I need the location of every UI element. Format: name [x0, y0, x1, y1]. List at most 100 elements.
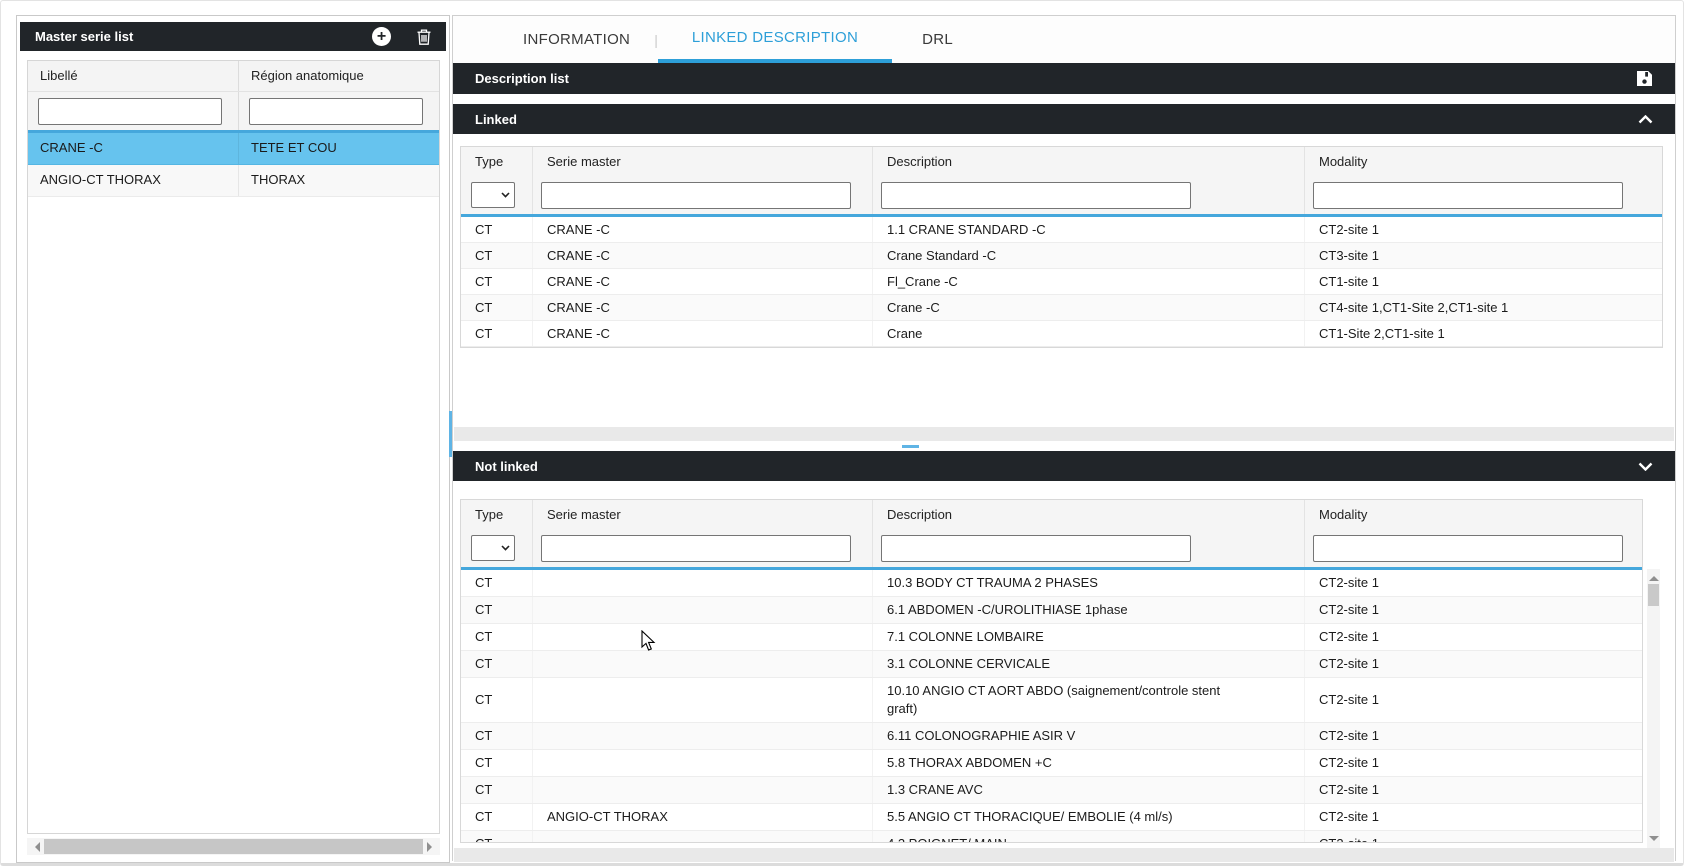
spacer — [453, 94, 1675, 104]
cell: 4.2 POIGNET/ MAIN — [873, 831, 1305, 842]
cell: Fl_Crane -C — [873, 269, 1305, 294]
cell: CT — [461, 295, 533, 320]
cell: ANGIO-CT THORAX — [28, 165, 239, 196]
serie-master-filter-input[interactable] — [541, 535, 851, 562]
master-serie-title: Master serie list — [35, 29, 372, 44]
cell: CT2-site 1 — [1305, 777, 1642, 803]
save-icon[interactable] — [1636, 70, 1653, 87]
linked-section-header[interactable]: Linked — [453, 104, 1675, 134]
cell: CT2-site 1 — [1305, 723, 1642, 749]
cell: CRANE -C — [533, 243, 873, 268]
type-filter-select[interactable] — [471, 182, 515, 208]
cell: CT2-site 1 — [1305, 624, 1642, 650]
column-header-serie-master: Serie master — [533, 147, 873, 177]
scroll-left-icon[interactable] — [30, 842, 40, 852]
not-linked-row[interactable]: CT1.3 CRANE AVCCT2-site 1 — [461, 777, 1642, 804]
master-grid-rows: CRANE -CTETE ET COUANGIO-CT THORAXTHORAX — [28, 130, 439, 197]
not-linked-row[interactable]: CT6.11 COLONOGRAPHIE ASIR VCT2-site 1 — [461, 723, 1642, 750]
horizontal-splitter-handle[interactable] — [902, 445, 919, 448]
horizontal-splitter — [453, 441, 1675, 451]
cell — [533, 624, 873, 650]
column-header-modality: Modality — [1305, 147, 1662, 177]
column-header-description: Description — [873, 147, 1305, 177]
cell — [533, 651, 873, 677]
linked-row[interactable]: CTCRANE -CFl_Crane -CCT1-site 1 — [461, 269, 1662, 295]
description-filter-input[interactable] — [881, 182, 1191, 209]
description-list-bar: Description list — [453, 63, 1675, 94]
not-linked-grid-filter-row — [461, 530, 1642, 567]
cell: 1.3 CRANE AVC — [873, 777, 1305, 803]
cell: CT2-site 1 — [1305, 217, 1662, 242]
master-serie-row[interactable]: CRANE -CTETE ET COU — [28, 133, 439, 165]
cell: CRANE -C — [533, 269, 873, 294]
tab-linked-description[interactable]: LINKED DESCRIPTION — [658, 16, 892, 63]
not-linked-row[interactable]: CT 7.1 COLONNE LOMBAIRECT2-site 1 — [461, 624, 1642, 651]
description-filter-input[interactable] — [881, 535, 1191, 562]
cell: CT2-site 1 — [1305, 651, 1642, 677]
scroll-up-icon[interactable] — [1649, 571, 1659, 581]
cell: CT — [461, 804, 533, 830]
master-grid-header: Libellé Région anatomique — [28, 61, 439, 92]
not-linked-section-header[interactable]: Not linked — [453, 451, 1675, 481]
scrollbar-thumb[interactable] — [1648, 584, 1659, 606]
linked-row[interactable]: CTCRANE -CCrane Standard -CCT3-site 1 — [461, 243, 1662, 269]
cell: CRANE -C — [533, 217, 873, 242]
modality-filter-input[interactable] — [1313, 535, 1623, 562]
cell: CT2-site 1 — [1305, 831, 1642, 842]
cell — [533, 750, 873, 776]
cell: 10.3 BODY CT TRAUMA 2 PHASES — [873, 570, 1305, 596]
not-linked-grid-header: Type Serie master Description Modality — [461, 500, 1642, 530]
tab-information[interactable]: INFORMATION — [499, 16, 654, 63]
cell — [533, 678, 873, 722]
cell: CRANE -C — [533, 321, 873, 346]
linked-grid-rows: CTCRANE -C1.1 CRANE STANDARD -CCT2-site … — [461, 214, 1662, 347]
cell: CT2-site 1 — [1305, 597, 1642, 623]
serie-master-filter-input[interactable] — [541, 182, 851, 209]
master-serie-header: Master serie list + — [20, 22, 446, 51]
linked-grid-header: Type Serie master Description Modality — [461, 147, 1662, 177]
region-filter-input[interactable] — [249, 98, 423, 125]
scroll-right-icon[interactable] — [427, 842, 437, 852]
cell: CT2-site 1 — [1305, 750, 1642, 776]
horizontal-scrollbar[interactable] — [27, 838, 440, 855]
modality-filter-input[interactable] — [1313, 182, 1623, 209]
scrollbar-thumb[interactable] — [44, 839, 423, 854]
not-linked-row[interactable]: CT 10.3 BODY CT TRAUMA 2 PHASESCT2-site 1 — [461, 570, 1642, 597]
not-linked-row[interactable]: CT6.1 ABDOMEN -C/UROLITHIASE 1phaseCT2-s… — [461, 597, 1642, 624]
cell: CT — [461, 831, 533, 842]
column-header-libelle: Libellé — [28, 61, 239, 91]
not-linked-row[interactable]: CT10.10 ANGIO CT AORT ABDO (saignement/c… — [461, 678, 1642, 723]
cell: 5.5 ANGIO CT THORACIQUE/ EMBOLIE (4 ml/s… — [873, 804, 1305, 830]
not-linked-section-body: Type Serie master Description Modality — [453, 481, 1675, 862]
libelle-filter-input[interactable] — [38, 98, 222, 125]
cell — [533, 777, 873, 803]
not-linked-row[interactable]: CT 4.2 POIGNET/ MAINCT2-site 1 — [461, 831, 1642, 842]
cell: CT2-site 1 — [1305, 570, 1642, 596]
chevron-up-icon[interactable] — [1638, 115, 1653, 124]
type-filter-select[interactable] — [471, 535, 515, 561]
chevron-down-icon[interactable] — [1638, 462, 1653, 471]
master-serie-row[interactable]: ANGIO-CT THORAXTHORAX — [28, 165, 439, 197]
cell: CT — [461, 570, 533, 596]
cell: CT — [461, 217, 533, 242]
cell: CT — [461, 624, 533, 650]
linked-grid: Type Serie master Description Modality — [460, 146, 1663, 348]
linked-row[interactable]: CTCRANE -C1.1 CRANE STANDARD -CCT2-site … — [461, 217, 1662, 243]
linked-grid-filter-row — [461, 177, 1662, 214]
cell: CT — [461, 723, 533, 749]
trash-icon[interactable] — [417, 29, 431, 45]
plus-circle-icon[interactable]: + — [372, 27, 391, 46]
master-serie-grid: Libellé Région anatomique CRANE -CTETE E… — [27, 60, 440, 834]
linked-row[interactable]: CTCRANE -CCrane -CCT4-site 1,CT1-Site 2,… — [461, 295, 1662, 321]
tab-drl[interactable]: DRL — [893, 16, 982, 63]
scroll-down-icon[interactable] — [1649, 836, 1659, 846]
not-linked-row[interactable]: CTANGIO-CT THORAX5.5 ANGIO CT THORACIQUE… — [461, 804, 1642, 831]
not-linked-row[interactable]: CT5.8 THORAX ABDOMEN +CCT2-site 1 — [461, 750, 1642, 777]
cell: CT1-site 1 — [1305, 269, 1662, 294]
cell: 5.8 THORAX ABDOMEN +C — [873, 750, 1305, 776]
not-linked-section-title: Not linked — [475, 459, 1638, 474]
vertical-scrollbar[interactable] — [1647, 569, 1660, 848]
linked-row[interactable]: CTCRANE -CCraneCT1-Site 2,CT1-site 1 — [461, 321, 1662, 347]
not-linked-row[interactable]: CT3.1 COLONNE CERVICALECT2-site 1 — [461, 651, 1642, 678]
cell: 7.1 COLONNE LOMBAIRE — [873, 624, 1305, 650]
